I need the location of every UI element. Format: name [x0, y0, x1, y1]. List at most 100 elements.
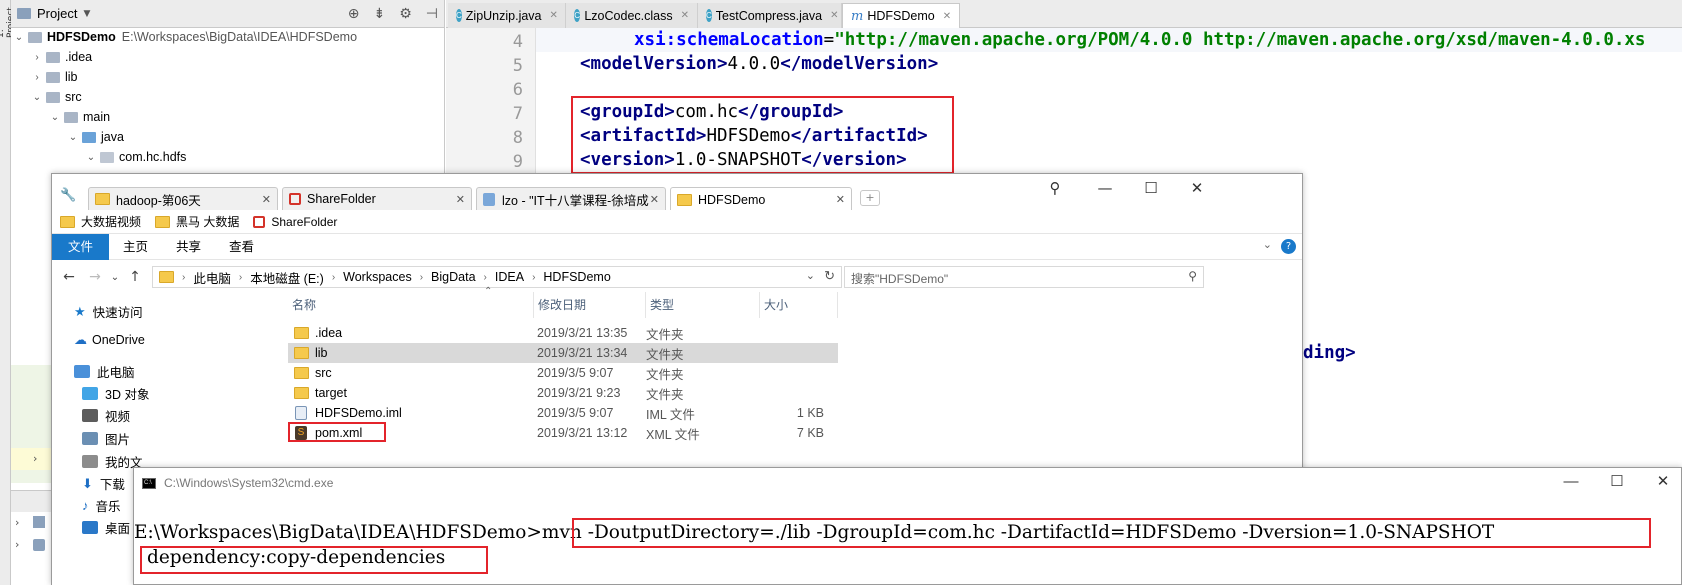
close-icon[interactable]: ✕: [1174, 174, 1220, 202]
settings-icon[interactable]: [33, 539, 45, 551]
breadcrumb-item[interactable]: BigData: [431, 270, 475, 284]
tab-lzocodec[interactable]: C LzoCodec.class ✕: [566, 3, 698, 28]
close-icon[interactable]: ✕: [456, 193, 465, 206]
breadcrumb-item[interactable]: IDEA: [495, 270, 524, 284]
search-icon[interactable]: ⚲: [1188, 269, 1197, 283]
chevron-right-icon[interactable]: ›: [420, 272, 423, 283]
project-panel-title[interactable]: Project: [37, 6, 77, 21]
refresh-icon[interactable]: ↻: [824, 268, 835, 284]
locate-icon[interactable]: ⊕: [348, 6, 360, 22]
collapse-icon[interactable]: ⇟: [374, 6, 386, 22]
tab-testcompress[interactable]: C TestCompress.java ✕: [698, 3, 842, 28]
chevron-down-icon[interactable]: ⌄: [67, 132, 79, 143]
breadcrumb-item[interactable]: 本地磁盘 (E:): [250, 268, 324, 287]
close-icon[interactable]: ✕: [1640, 469, 1682, 495]
tab-hdfsdemo-pom[interactable]: m HDFSDemo ✕: [842, 3, 960, 28]
new-tab-icon[interactable]: +: [860, 190, 880, 206]
tree-item-java[interactable]: ⌄ java: [67, 127, 124, 147]
tree-item-hdfsdemo[interactable]: ⌄ HDFSDemo E:\Workspaces\BigData\IDEA\HD…: [13, 27, 357, 47]
close-icon[interactable]: ✕: [262, 193, 271, 206]
tab-hdfsdemo[interactable]: HDFSDemo ✕: [670, 187, 852, 211]
help-icon[interactable]: ?: [1281, 239, 1296, 254]
nav-music[interactable]: ♪ 音乐: [82, 496, 121, 515]
nav-desktop[interactable]: 桌面: [82, 518, 130, 537]
forward-icon[interactable]: →: [82, 269, 108, 285]
hide-icon[interactable]: ⊣: [426, 6, 438, 22]
tree-item-main[interactable]: ⌄ main: [49, 107, 110, 127]
favorite-item[interactable]: 黑马 大数据: [155, 213, 239, 230]
tab-hadoop[interactable]: hadoop-第06天 ✕: [88, 187, 278, 210]
close-icon[interactable]: ✕: [681, 10, 689, 21]
chevron-right-icon[interactable]: ›: [484, 272, 487, 283]
file-row[interactable]: src 2019/3/5 9:07 文件夹: [288, 363, 838, 383]
chevron-down-icon[interactable]: ⌄: [49, 112, 61, 123]
favorite-item[interactable]: 大数据视频: [60, 213, 141, 230]
chevron-right-icon[interactable]: ›: [15, 516, 19, 529]
search-input[interactable]: 搜索"HDFSDemo" ⚲: [844, 266, 1204, 288]
chevron-right-icon[interactable]: ›: [31, 72, 43, 83]
tree-item-idea[interactable]: › .idea: [31, 47, 92, 67]
chevron-down-icon[interactable]: ⌄: [1263, 238, 1272, 251]
chevron-right-icon[interactable]: ›: [33, 452, 37, 465]
chevron-down-icon[interactable]: ⌄: [31, 92, 43, 103]
nav-this-pc[interactable]: 此电脑: [74, 362, 135, 381]
chevron-down-icon[interactable]: ⌄: [13, 32, 25, 43]
maximize-icon[interactable]: ☐: [1594, 469, 1640, 495]
file-row[interactable]: target 2019/3/21 9:23 文件夹: [288, 383, 838, 403]
nav-pictures[interactable]: 图片: [82, 429, 130, 448]
wrench-icon[interactable]: 🔧: [60, 188, 76, 203]
chevron-right-icon[interactable]: ›: [532, 272, 535, 283]
breadcrumb-item[interactable]: HDFSDemo: [543, 270, 610, 284]
tree-item-lib[interactable]: › lib: [31, 67, 77, 87]
code-line-5[interactable]: <modelVersion>4.0.0</modelVersion>: [580, 54, 938, 74]
favorite-item[interactable]: ShareFolder: [253, 215, 337, 229]
nav-3d-objects[interactable]: 3D 对象: [82, 384, 149, 403]
ribbon-tab-home[interactable]: 主页: [109, 234, 162, 260]
nav-downloads[interactable]: ⬇ 下载: [82, 474, 125, 493]
ribbon-tab-file[interactable]: 文件: [52, 233, 110, 260]
tab-zipunzip[interactable]: C ZipUnzip.java ✕: [448, 3, 566, 28]
close-icon[interactable]: ✕: [830, 10, 838, 21]
file-row[interactable]: lib 2019/3/21 13:34 文件夹: [288, 343, 838, 363]
minimize-icon[interactable]: —: [1548, 469, 1594, 495]
column-header-name[interactable]: 名称: [288, 292, 534, 318]
chevron-right-icon[interactable]: ›: [31, 52, 43, 63]
minimize-icon[interactable]: —: [1082, 174, 1128, 202]
chevron-down-icon[interactable]: ⌄: [806, 269, 815, 282]
chevron-right-icon[interactable]: ›: [332, 272, 335, 283]
address-bar[interactable]: › 此电脑 › 本地磁盘 (E:) › Workspaces › BigData › I…: [152, 266, 842, 288]
up-icon[interactable]: ↑: [122, 269, 148, 285]
back-icon[interactable]: ←: [56, 269, 82, 285]
column-header-type[interactable]: 类型: [646, 292, 760, 318]
nav-videos[interactable]: 视频: [82, 406, 130, 425]
file-row[interactable]: HDFSDemo.iml 2019/3/5 9:07 IML 文件 1 KB: [288, 403, 838, 423]
tab-lzo[interactable]: lzo - "IT十八掌课程-徐培成 ✕: [476, 187, 666, 210]
file-row[interactable]: .idea 2019/3/21 13:35 文件夹: [288, 323, 838, 343]
chevron-down-icon[interactable]: ⌄: [85, 152, 97, 163]
column-header-size[interactable]: 大小: [760, 292, 838, 318]
gear-icon[interactable]: ⚙: [399, 6, 412, 22]
tree-item-package[interactable]: ⌄ com.hc.hdfs: [85, 147, 187, 167]
close-icon[interactable]: ✕: [550, 10, 558, 21]
ribbon-tab-view[interactable]: 查看: [215, 234, 268, 260]
chevron-right-icon[interactable]: ›: [15, 538, 19, 551]
code-fragment[interactable]: ding>: [1303, 343, 1356, 363]
column-header-date[interactable]: 修改日期: [534, 292, 646, 318]
nav-onedrive[interactable]: ☁ OneDrive: [74, 332, 145, 348]
breadcrumb-item[interactable]: 此电脑: [193, 268, 231, 287]
user-icon[interactable]: ⚲: [1032, 174, 1078, 202]
close-icon[interactable]: ✕: [650, 193, 659, 206]
breadcrumb-item[interactable]: Workspaces: [343, 270, 412, 284]
nav-quick-access[interactable]: ★ 快速访问: [74, 302, 143, 321]
chevron-right-icon[interactable]: ›: [182, 272, 185, 283]
maximize-icon[interactable]: ☐: [1128, 174, 1174, 202]
structure-icon[interactable]: [33, 516, 45, 528]
ribbon-tab-share[interactable]: 共享: [162, 234, 215, 260]
close-icon[interactable]: ✕: [836, 193, 845, 206]
close-icon[interactable]: ✕: [943, 11, 951, 22]
code-line-4[interactable]: xsi:schemaLocation="http://maven.apache.…: [634, 30, 1645, 50]
chevron-down-icon[interactable]: ⌄: [108, 272, 122, 283]
chevron-down-icon[interactable]: ▼: [83, 9, 90, 19]
tree-item-src[interactable]: ⌄ src: [31, 87, 82, 107]
chevron-right-icon[interactable]: ›: [239, 272, 242, 283]
